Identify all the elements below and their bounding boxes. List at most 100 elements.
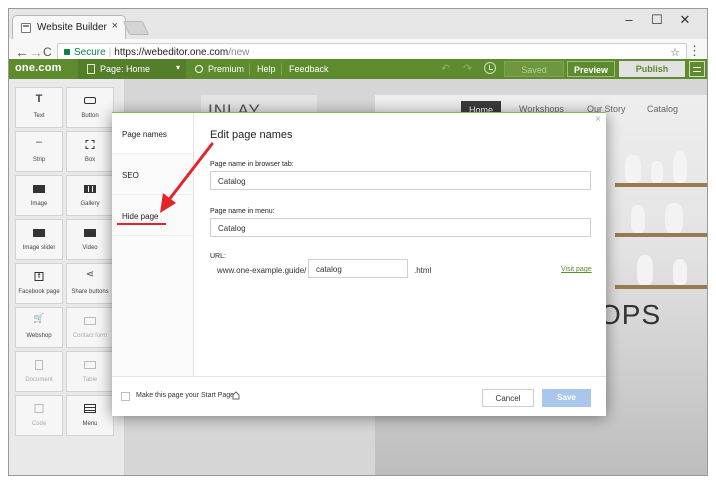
widget-label: Video [82,245,98,251]
video-icon [84,229,96,237]
saved-button[interactable]: Saved [504,61,564,77]
widget-label: Table [82,377,98,383]
vase-decoration [631,205,645,233]
widget-box[interactable]: Box [66,131,114,172]
widget-gallery[interactable]: Gallery [66,175,114,216]
dialog-title: Edit page names [210,129,293,141]
widget-label: Box [84,157,96,163]
premium-label: Premium [208,64,245,74]
browser-window: Website Builder × – ☐ ✕ ← → C Secure | htt… [8,8,708,476]
bookmark-star-icon[interactable]: ☆ [670,46,680,59]
save-button[interactable]: Save [542,389,591,407]
preview-button[interactable]: Preview [567,61,615,77]
help-link[interactable]: Help [257,64,276,74]
menu-name-field[interactable]: Catalog [210,218,591,237]
widget-button[interactable]: Button [66,87,114,128]
url-separator: | [108,47,112,58]
undo-icon[interactable]: ↶ [441,62,450,75]
widget-strip[interactable]: – Strip [15,131,63,172]
redo-icon[interactable]: ↷ [463,62,472,75]
tab-strip: Website Builder × – ☐ ✕ [9,9,707,39]
button-icon [84,97,96,104]
page-selector[interactable]: Page: Home ▾ [78,59,186,79]
widget-menu[interactable]: Menu [66,395,114,436]
document-icon [35,360,43,370]
vase-decoration [651,161,663,183]
vase-decoration [625,155,641,183]
widget-label: Facebook page [18,289,60,295]
app-toolbar: one.com Page: Home ▾ Premium Help Feedba… [9,59,707,79]
publish-button[interactable]: Publish [619,61,685,77]
page-icon [87,64,95,74]
premium-icon [195,65,203,73]
vase-decoration [665,203,683,233]
widget-document[interactable]: Document [15,351,63,392]
annotation-underline [117,223,166,225]
shelf-decoration [615,233,707,237]
edit-page-names-dialog: Page names SEO Hide page × Edit page nam… [112,112,606,416]
text-icon: T [35,93,43,105]
menu-icon [84,404,96,413]
shelf-decoration [615,183,707,187]
dialog-sidebar: Page names SEO Hide page [112,113,194,376]
widget-label: Document [25,377,53,383]
cancel-button[interactable]: Cancel [482,389,534,407]
vase-decoration [673,259,687,285]
site-hero-text: OPS [599,299,662,330]
tab-hide-page[interactable]: Hide page [112,195,193,236]
widget-label: Menu [82,421,98,427]
browser-tab-name-field[interactable]: Catalog [210,171,591,190]
image-slider-icon [33,229,45,237]
start-page-checkbox[interactable] [121,392,130,401]
page-selector-label: Page: Home [100,64,151,74]
brand-logo[interactable]: one.com [15,62,62,74]
tab-close-icon[interactable]: × [112,21,118,32]
tab-page-names[interactable]: Page names [112,113,193,154]
feedback-link[interactable]: Feedback [289,64,329,74]
page-favicon-icon [21,23,31,33]
widget-label: Gallery [80,201,100,207]
url-label: URL: [210,253,226,260]
minimize-button[interactable]: – [615,11,643,29]
widget-contact-form[interactable]: Contact form [66,307,114,348]
widget-text[interactable]: T Text [15,87,63,128]
widget-label: Button [81,113,99,119]
widget-share-buttons[interactable]: ⋖ Share buttons [66,263,114,304]
widget-label: Webshop [26,333,52,339]
close-icon[interactable]: × [595,114,601,125]
hamburger-menu-icon[interactable] [689,61,705,77]
chevron-down-icon: ▾ [175,63,180,72]
maximize-button[interactable]: ☐ [643,11,671,29]
widget-video[interactable]: Video [66,219,114,260]
box-icon [85,140,95,149]
widget-image-slider[interactable]: Image slider [15,219,63,260]
history-icon[interactable] [484,62,496,74]
widget-table[interactable]: Table [66,351,114,392]
vase-decoration [637,255,653,285]
visit-page-link[interactable]: Visit page [561,266,592,273]
url-slug-field[interactable]: catalog [308,259,408,278]
vase-decoration [673,151,687,183]
site-nav-catalog[interactable]: Catalog [647,104,678,114]
widget-code[interactable]: Code [15,395,63,436]
start-page-label: Make this page your Start Page [136,392,235,399]
premium-link[interactable]: Premium [195,64,244,74]
tab-title: Website Builder [37,22,107,33]
strip-icon: – [35,136,43,148]
dialog-footer: Make this page your Start Page Cancel Sa… [112,376,606,416]
browser-menu-icon[interactable]: ⋮ [688,44,701,58]
widget-label: Image slider [22,245,56,251]
browser-tab[interactable]: Website Builder × [12,15,126,39]
shelf-decoration [615,285,707,289]
new-tab-button[interactable] [122,21,150,35]
widget-facebook-page[interactable]: f Facebook page [15,263,63,304]
widget-image[interactable]: Image [15,175,63,216]
widget-webshop[interactable]: 🛒 Webshop [15,307,63,348]
toolbar-divider [281,63,282,75]
facebook-icon: f [34,272,44,281]
window-controls: – ☐ ✕ [615,11,699,29]
gallery-icon [84,185,96,193]
tab-seo[interactable]: SEO [112,154,193,195]
close-window-button[interactable]: ✕ [671,11,699,29]
toolbar-divider [249,63,250,75]
